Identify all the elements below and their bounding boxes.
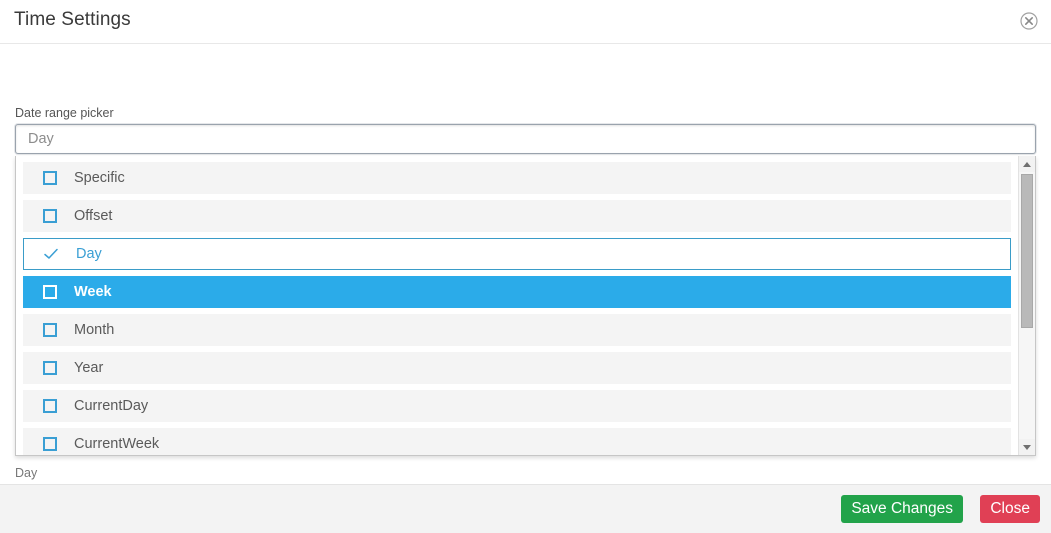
dialog-header: Time Settings <box>0 0 1051 44</box>
list-item[interactable]: Month <box>23 314 1011 346</box>
dialog-body: Date range picker Specific Offset <box>0 44 1051 516</box>
time-settings-dialog: Time Settings Date range picker Specific… <box>0 0 1051 533</box>
dialog-footer: Save Changes Close <box>0 484 1051 533</box>
checkbox-unchecked-icon[interactable] <box>43 399 57 413</box>
checkbox-unchecked-icon[interactable] <box>43 323 57 337</box>
checkmark-icon[interactable] <box>43 246 59 262</box>
scroll-down-button[interactable] <box>1019 439 1035 455</box>
scroll-up-button[interactable] <box>1019 156 1035 172</box>
list-item-label: CurrentDay <box>74 398 149 414</box>
list-item-label: Day <box>76 246 102 262</box>
circle-x-icon[interactable] <box>1019 11 1039 31</box>
close-button[interactable]: Close <box>980 495 1040 523</box>
list-item[interactable]: Specific <box>23 162 1011 194</box>
caret-down-icon <box>1023 444 1031 450</box>
caret-up-icon <box>1023 161 1031 167</box>
dropdown-option-list: Specific Offset Day Week Month Year Curr… <box>16 156 1018 455</box>
scrollbar-thumb[interactable] <box>1021 174 1033 328</box>
checkbox-unchecked-icon[interactable] <box>43 437 57 451</box>
list-item-label: Month <box>74 322 115 338</box>
list-item[interactable]: CurrentDay <box>23 390 1011 422</box>
list-item-label: Year <box>74 360 104 376</box>
date-field-label: Day <box>15 466 38 480</box>
list-item[interactable]: Offset <box>23 200 1011 232</box>
date-range-picker-dropdown: Specific Offset Day Week Month Year Curr… <box>15 156 1036 456</box>
save-changes-button[interactable]: Save Changes <box>841 495 963 523</box>
date-range-picker-input[interactable] <box>15 124 1036 154</box>
list-item-highlighted[interactable]: Week <box>23 276 1011 308</box>
list-item-label: Offset <box>74 208 113 224</box>
checkbox-unchecked-icon[interactable] <box>43 171 57 185</box>
list-item-label: CurrentWeek <box>74 436 160 452</box>
list-item[interactable]: CurrentWeek <box>23 428 1011 455</box>
checkbox-unchecked-icon[interactable] <box>43 285 57 299</box>
dropdown-scrollbar[interactable] <box>1018 156 1035 455</box>
list-item-label: Specific <box>74 170 125 186</box>
page-title: Time Settings <box>14 9 131 30</box>
date-range-picker-label: Date range picker <box>15 106 114 120</box>
list-item-label: Week <box>74 284 112 300</box>
list-item-selected[interactable]: Day <box>23 238 1011 270</box>
list-item[interactable]: Year <box>23 352 1011 384</box>
checkbox-unchecked-icon[interactable] <box>43 209 57 223</box>
checkbox-unchecked-icon[interactable] <box>43 361 57 375</box>
